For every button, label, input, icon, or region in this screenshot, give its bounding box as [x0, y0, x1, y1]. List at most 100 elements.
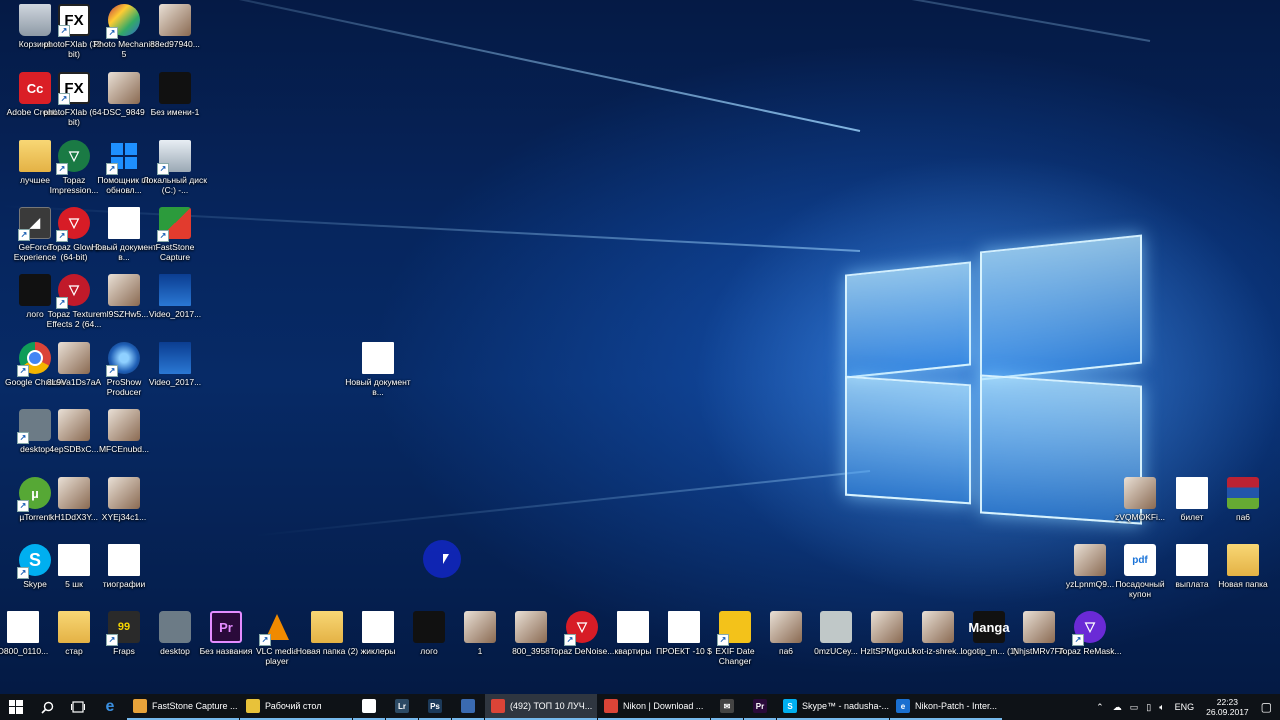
- notifications-icon[interactable]: ▢: [1261, 700, 1272, 714]
- desktop-icon-glyph: [58, 342, 90, 374]
- desktop-icon-label: квартиры: [614, 646, 652, 656]
- taskbar-app-button[interactable]: Pr: [744, 694, 776, 720]
- desktop-icon-glyph: [259, 611, 293, 646]
- desktop-icon[interactable]: FastStone Capture: [142, 207, 208, 262]
- desktop-icon-glyph: [108, 72, 140, 104]
- taskbar-app-button[interactable]: Ps: [419, 694, 451, 720]
- input-language[interactable]: ENG: [1175, 702, 1195, 712]
- desktop-icon-label: па6: [1235, 512, 1251, 522]
- taskbar-app-button[interactable]: e Nikon-Patch - Inter...: [890, 694, 1002, 720]
- desktop-icon-label: па6: [778, 646, 794, 656]
- desktop-icon[interactable]: Video_2017...: [142, 342, 208, 387]
- desktop-icon-glyph: ▽: [56, 274, 90, 309]
- taskbar-app-button[interactable]: [353, 694, 385, 720]
- desktop-icon-label: DSC_9849: [103, 107, 145, 117]
- desktop-icon-glyph: [108, 544, 140, 576]
- desktop-icon-glyph: [1176, 477, 1208, 509]
- desktop-icon-glyph: [157, 207, 191, 242]
- taskbar-app-button[interactable]: Nikon | Download ...: [598, 694, 710, 720]
- desktop-icon-glyph: [108, 207, 140, 239]
- desktop-icon[interactable]: тиографии: [91, 544, 157, 589]
- desktop-icon-glyph: [106, 4, 140, 39]
- desktop-icon-glyph: [157, 140, 191, 175]
- clock-time: 22:23: [1216, 697, 1239, 707]
- clock[interactable]: 22:23 26.09.2017: [1206, 697, 1249, 717]
- desktop-icon[interactable]: Локальный диск (C:) -...: [142, 140, 208, 195]
- desktop-icon[interactable]: MFCEnubd...: [91, 409, 157, 454]
- task-view-button[interactable]: [62, 694, 94, 720]
- app-icon: [461, 699, 475, 713]
- desktop-icon-label: Topaz ReMask...: [1058, 646, 1122, 656]
- search-button[interactable]: [32, 694, 62, 720]
- desktop-icon-label: zVQMOKFi...: [1114, 512, 1166, 522]
- windows-start-icon: [9, 700, 23, 714]
- desktop-icon-glyph: [106, 140, 140, 175]
- desktop-icon[interactable]: Video_2017...: [142, 274, 208, 319]
- edge-button[interactable]: e: [94, 694, 126, 720]
- desktop-icon-label: выплата: [1175, 579, 1209, 589]
- desktop-icon-glyph: [58, 611, 90, 643]
- desktop-icon-glyph: [1176, 544, 1208, 576]
- desktop-icon-glyph: [159, 72, 191, 104]
- taskbar-app-button[interactable]: (492) ТОП 10 ЛУЧ...: [485, 694, 597, 720]
- onedrive-icon[interactable]: ☁: [1113, 702, 1122, 713]
- clock-date: 26.09.2017: [1206, 707, 1249, 717]
- app-icon: S: [783, 699, 797, 713]
- desktop-icon-glyph: FX: [58, 4, 90, 37]
- desktop-icon-label: 0mzUCey...: [814, 646, 858, 656]
- desktop-icon-glyph: [617, 611, 649, 643]
- desktop-icon-glyph: [770, 611, 802, 643]
- taskbar-app-button[interactable]: Lr: [386, 694, 418, 720]
- app-icon: Pr: [753, 699, 767, 713]
- desktop-icon-glyph: [362, 611, 394, 643]
- desktop-icon-label: MFCEnubd...: [98, 444, 150, 454]
- system-tray: ⌃ ☁ ▭ ▯ 🔈︎ ENG 22:23 26.09.2017 ▢: [1091, 694, 1280, 720]
- tray-chevron-up-icon[interactable]: ⌃: [1096, 702, 1104, 713]
- desktop-icon-glyph: [159, 4, 191, 36]
- desktop-icon-label: 800_3958: [512, 646, 550, 656]
- desktop-icon-glyph: [413, 611, 445, 643]
- desktop-icon[interactable]: XYEj34c1...: [91, 477, 157, 522]
- desktop-icon-glyph: [668, 611, 700, 643]
- app-icon: [604, 699, 618, 713]
- taskbar-app-button[interactable]: [452, 694, 484, 720]
- taskbar-app-label: Рабочий стол: [265, 701, 322, 711]
- desktop-icon-glyph: Pr: [210, 611, 242, 643]
- desktop-wallpaper: КорзинаFXphotoFXlab (32-bit)Photo Mechan…: [0, 0, 1280, 694]
- taskbar-app-button[interactable]: FastStone Capture ...: [127, 694, 239, 720]
- desktop-icon-glyph: [58, 544, 90, 576]
- network-icon[interactable]: ▭: [1130, 702, 1139, 713]
- desktop-icon-glyph: [58, 409, 90, 441]
- cursor-highlight: [423, 540, 461, 578]
- desktop-icon-glyph: [108, 409, 140, 441]
- desktop-icon-label: Fraps: [113, 646, 135, 656]
- desktop-icon[interactable]: Новый документ в...: [345, 342, 411, 397]
- desktop-icon-glyph: [159, 274, 191, 306]
- desktop-icon-glyph: [464, 611, 496, 643]
- desktop-icon-glyph: pdf: [1124, 544, 1156, 576]
- desktop-icon[interactable]: Новая папка: [1210, 544, 1276, 589]
- taskbar-app-button[interactable]: ✉: [711, 694, 743, 720]
- desktop-icon-glyph: [820, 611, 852, 643]
- battery-icon[interactable]: ▯: [1146, 702, 1151, 713]
- taskbar-apps: FastStone Capture ... Рабочий стол Lr Ps (49…: [127, 694, 1003, 720]
- desktop-icon[interactable]: Без имени-1: [142, 72, 208, 117]
- search-icon: [40, 701, 53, 714]
- desktop-icon-label: Video_2017...: [148, 377, 202, 387]
- desktop-icon-label: лого: [420, 646, 438, 656]
- taskbar-app-button[interactable]: Рабочий стол: [240, 694, 352, 720]
- start-button[interactable]: [0, 694, 32, 720]
- task-view-icon: [71, 701, 85, 713]
- desktop-icon[interactable]: па6: [1210, 477, 1276, 522]
- desktop-icon[interactable]: 88ed97940...: [142, 4, 208, 49]
- volume-icon[interactable]: 🔈︎: [1159, 702, 1164, 713]
- desktop-icon-glyph: ▽: [56, 140, 90, 175]
- desktop-icon[interactable]: ▽Topaz ReMask...: [1057, 611, 1123, 656]
- desktop-icon-glyph: [159, 342, 191, 374]
- app-icon: Lr: [395, 699, 409, 713]
- desktop-icon-glyph: [515, 611, 547, 643]
- app-icon: [362, 699, 376, 713]
- app-icon: [491, 699, 505, 713]
- taskbar-app-button[interactable]: S Skype™ - nadusha-...: [777, 694, 889, 720]
- windows-logo: [845, 228, 1142, 525]
